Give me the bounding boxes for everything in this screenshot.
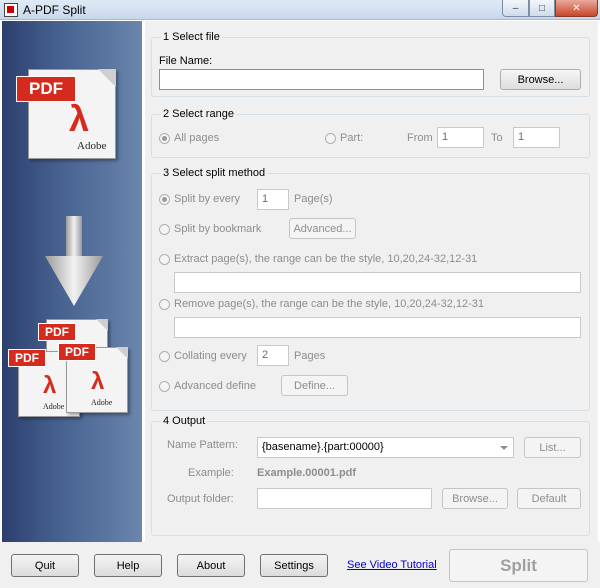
example-label: Example: [188,467,234,479]
browse-file-button[interactable]: Browse... [500,69,581,90]
app-icon [4,3,18,17]
maximize-icon: □ [538,2,546,14]
split-every-label[interactable]: Split by every [174,193,240,205]
collating-radio[interactable] [159,351,170,362]
adobe-logo-icon: λ [43,372,57,399]
settings-button[interactable]: Settings [260,554,328,577]
window-title: A-PDF Split [23,3,86,17]
split-bookmark-radio[interactable] [159,224,170,235]
adobe-brand-text: Adobe [91,398,113,407]
example-value: Example.00001.pdf [257,467,357,479]
advanced-define-label[interactable]: Advanced define [174,380,256,392]
adobe-logo-icon: λ [91,368,105,395]
file-name-input[interactable] [159,69,484,90]
output-folder-input[interactable] [257,488,432,509]
extract-pages-radio[interactable] [159,254,170,265]
group-title: 4 Output [161,415,208,427]
extract-pages-input[interactable] [174,272,581,293]
default-button[interactable]: Default [517,488,581,509]
select-file-group: 1 Select file File Name: Browse... [151,31,590,97]
collating-label[interactable]: Collating every [174,350,247,362]
from-page-input[interactable]: 1 [437,127,484,148]
split-every-input[interactable]: 1 [257,189,289,210]
video-tutorial-link[interactable]: See Video Tutorial [347,559,437,571]
from-label: From [407,132,433,144]
maximize-button[interactable]: □ [529,0,555,17]
group-title: 1 Select file [161,31,222,43]
name-pattern-value: {basename}.{part:00000} [262,441,384,453]
extract-pages-label[interactable]: Extract page(s), the range can be the st… [174,253,477,265]
split-bookmark-label[interactable]: Split by bookmark [174,223,261,235]
quit-button[interactable]: Quit [11,554,79,577]
adobe-brand-text: Adobe [43,402,65,411]
pdf-label: PDF [38,323,76,341]
minimize-button[interactable]: – [502,0,529,17]
remove-pages-input[interactable] [174,317,581,338]
minimize-icon: – [512,2,519,14]
all-pages-radio[interactable] [159,133,170,144]
chevron-down-icon [500,446,508,450]
file-name-label: File Name: [159,55,213,67]
footer-bar: Quit Help About Settings See Video Tutor… [0,542,600,588]
select-range-group: 2 Select range All pages Part: From 1 To… [151,108,590,158]
split-button[interactable]: Split [449,549,588,582]
remove-pages-label[interactable]: Remove page(s), the range can be the sty… [174,298,484,310]
close-button[interactable]: ✕ [555,0,598,17]
settings-panel: 1 Select file File Name: Browse... 2 Sel… [145,21,598,542]
pages-unit-label: Page(s) [294,193,333,205]
collating-input[interactable]: 2 [257,345,289,366]
adobe-logo-icon: λ [69,98,90,139]
banner: λ Adobe PDF PDF λ Adobe PDF λ Adobe PDF [2,21,142,542]
about-button[interactable]: About [177,554,245,577]
help-button[interactable]: Help [94,554,162,577]
to-label: To [491,132,503,144]
collating-unit-label: Pages [294,350,326,362]
split-every-radio[interactable] [159,194,170,205]
to-page-input[interactable]: 1 [513,127,560,148]
name-pattern-label: Name Pattern: [167,439,238,451]
output-folder-label: Output folder: [167,493,234,505]
all-pages-label[interactable]: All pages [174,132,219,144]
group-title: 2 Select range [161,108,236,120]
remove-pages-radio[interactable] [159,299,170,310]
adobe-brand-text: Adobe [77,140,107,152]
output-group: 4 Output Name Pattern: {basename}.{part:… [151,415,590,536]
part-label[interactable]: Part: [340,132,363,144]
name-pattern-select[interactable]: {basename}.{part:00000} [257,437,514,458]
advanced-button[interactable]: Advanced... [289,218,356,239]
part-radio[interactable] [325,133,336,144]
define-button[interactable]: Define... [281,375,348,396]
group-title: 3 Select split method [161,167,268,179]
close-icon: ✕ [572,2,581,14]
pdf-label: PDF [58,343,96,361]
list-button[interactable]: List... [524,437,581,458]
pdf-label: PDF [16,76,76,102]
split-method-group: 3 Select split method Split by every 1 P… [151,167,590,411]
title-bar: A-PDF Split – □ ✕ [0,0,600,20]
pdf-label: PDF [8,349,46,367]
advanced-define-radio[interactable] [159,381,170,392]
output-browse-button[interactable]: Browse... [442,488,508,509]
arrow-down-icon [45,216,103,306]
